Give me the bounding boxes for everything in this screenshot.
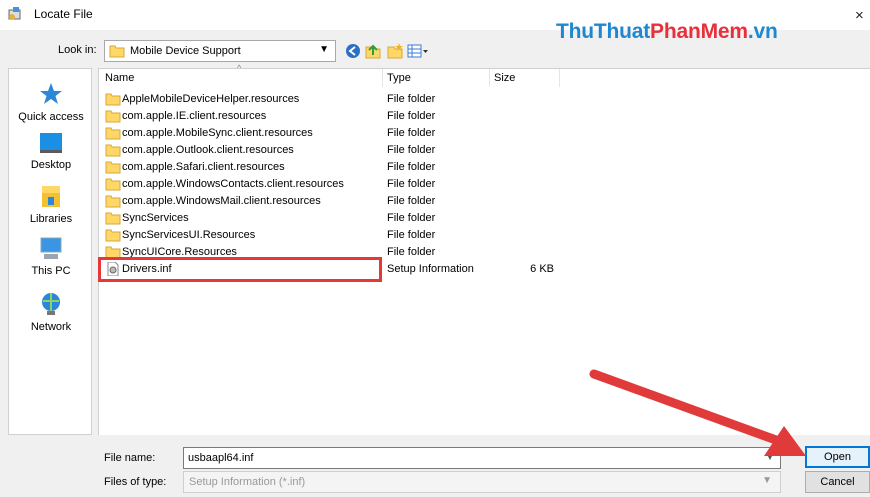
place-label: Libraries xyxy=(29,213,73,225)
file-name: AppleMobileDeviceHelper.resources xyxy=(122,93,300,105)
file-type: File folder xyxy=(387,127,436,139)
file-row[interactable]: com.apple.WindowsContacts.client.resourc… xyxy=(99,176,559,193)
highlight-box xyxy=(98,257,382,282)
file-list: ^ Name Type Size AppleMobileDeviceHelper… xyxy=(98,63,870,435)
chevron-down-icon: ▼ xyxy=(319,44,329,55)
file-size: 6 KB xyxy=(530,263,554,275)
column-divider[interactable] xyxy=(489,69,490,87)
file-name: com.apple.Safari.client.resources xyxy=(122,161,285,173)
place-libraries[interactable]: Libraries xyxy=(9,183,93,225)
column-divider[interactable] xyxy=(559,69,560,87)
file-type: File folder xyxy=(387,144,436,156)
watermark-part2: PhanMem xyxy=(650,20,748,43)
file-row[interactable]: com.apple.Safari.client.resources File fo… xyxy=(99,159,559,176)
computer-icon xyxy=(40,237,62,259)
cancel-button[interactable]: Cancel xyxy=(805,471,870,493)
file-row[interactable]: com.apple.WindowsMail.client.resources Fi… xyxy=(99,193,559,210)
watermark-part1: ThuThuat xyxy=(556,20,651,43)
look-in-label: Look in: xyxy=(58,44,97,56)
open-button[interactable]: Open xyxy=(805,446,870,468)
file-type: File folder xyxy=(387,229,436,241)
close-button[interactable]: × xyxy=(855,7,864,24)
file-type-select[interactable]: Setup Information (*.inf) ▼ xyxy=(183,471,781,493)
file-row[interactable]: SyncServicesUI.Resources File folder xyxy=(99,227,559,244)
file-type: File folder xyxy=(387,93,436,105)
folder-icon xyxy=(105,178,121,191)
look-in-combo[interactable]: Mobile Device Support ▼ xyxy=(104,40,336,62)
folder-icon xyxy=(105,195,121,208)
place-label: Quick access xyxy=(18,111,84,123)
file-name-label: File name: xyxy=(104,452,156,464)
libraries-icon xyxy=(42,186,60,207)
watermark-part3: .vn xyxy=(747,20,778,43)
file-type: File folder xyxy=(387,195,436,207)
folder-icon xyxy=(105,161,121,174)
app-icon xyxy=(8,7,21,20)
places-bar: Quick access Desktop Libraries This PC N… xyxy=(8,68,92,435)
file-name-input[interactable] xyxy=(183,447,781,469)
folder-icon xyxy=(105,127,121,140)
folder-icon xyxy=(109,45,125,58)
look-in-value: Mobile Device Support xyxy=(130,45,241,57)
file-type: File folder xyxy=(387,246,436,258)
file-row[interactable]: AppleMobileDeviceHelper.resources File fo… xyxy=(99,91,559,108)
file-row[interactable]: com.apple.IE.client.resources File folder xyxy=(99,108,559,125)
watermark: ThuThuatPhanMem.vn xyxy=(556,20,778,44)
file-type-value: Setup Information (*.inf) xyxy=(189,476,306,488)
file-name: com.apple.WindowsContacts.client.resourc… xyxy=(122,178,344,190)
file-name: com.apple.WindowsMail.client.resources xyxy=(122,195,321,207)
file-name: com.apple.Outlook.client.resources xyxy=(122,144,294,156)
file-type-label: Files of type: xyxy=(104,476,167,488)
folder-icon xyxy=(105,144,121,157)
place-quick-access[interactable]: Quick access xyxy=(9,81,93,123)
column-header-name[interactable]: Name xyxy=(105,72,134,84)
view-menu-icon[interactable] xyxy=(406,42,430,60)
sort-ascending-icon: ^ xyxy=(237,63,242,73)
column-header-type[interactable]: Type xyxy=(387,72,411,84)
file-name: SyncServicesUI.Resources xyxy=(122,229,256,241)
window-title: Locate File xyxy=(34,7,93,21)
star-icon xyxy=(40,83,62,104)
network-icon xyxy=(42,293,60,315)
place-desktop[interactable]: Desktop xyxy=(9,131,93,171)
place-label: Desktop xyxy=(30,159,72,171)
column-divider[interactable] xyxy=(382,69,383,87)
file-type: File folder xyxy=(387,110,436,122)
folder-icon xyxy=(105,110,121,123)
file-type: File folder xyxy=(387,178,436,190)
folder-icon xyxy=(105,93,121,106)
file-row[interactable]: com.apple.MobileSync.client.resources Fil… xyxy=(99,125,559,142)
chevron-down-icon: ▼ xyxy=(762,475,772,486)
new-folder-icon[interactable] xyxy=(386,42,404,60)
place-this-pc[interactable]: This PC xyxy=(9,235,93,277)
file-row[interactable]: SyncServices File folder xyxy=(99,210,559,227)
chevron-down-icon[interactable]: ▼ xyxy=(765,452,775,463)
file-type: File folder xyxy=(387,161,436,173)
file-name: com.apple.MobileSync.client.resources xyxy=(122,127,313,139)
back-icon[interactable] xyxy=(344,42,362,60)
file-name: SyncServices xyxy=(122,212,189,224)
place-network[interactable]: Network xyxy=(9,291,93,333)
folder-icon xyxy=(105,212,121,225)
file-name: com.apple.IE.client.resources xyxy=(122,110,267,122)
file-row[interactable]: com.apple.Outlook.client.resources File f… xyxy=(99,142,559,159)
file-type: File folder xyxy=(387,212,436,224)
file-type: Setup Information xyxy=(387,263,474,275)
up-folder-icon[interactable] xyxy=(364,42,382,60)
place-label: This PC xyxy=(31,265,71,277)
desktop-icon xyxy=(40,133,62,153)
place-label: Network xyxy=(30,321,72,333)
column-header-size[interactable]: Size xyxy=(494,72,515,84)
folder-icon xyxy=(105,229,121,242)
